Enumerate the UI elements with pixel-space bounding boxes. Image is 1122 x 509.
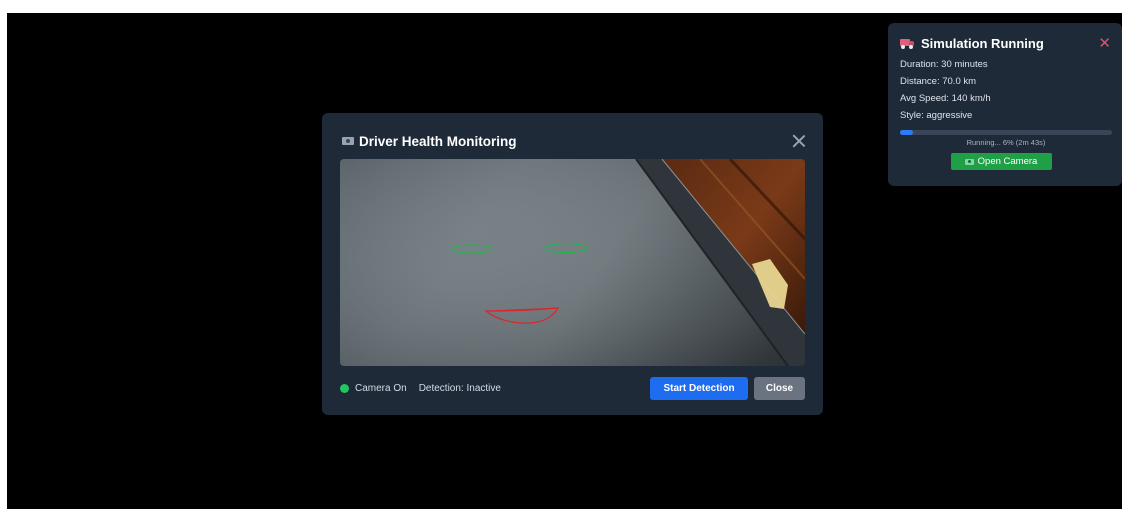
open-camera-label: Open Camera <box>977 156 1038 167</box>
modal-header: Driver Health Monitoring <box>342 131 807 151</box>
simulation-progress-text: Running... 6% (2m 43s) <box>966 138 1046 147</box>
camera-status: Camera On <box>355 382 407 394</box>
simulation-close-button[interactable]: ✕ <box>1098 36 1112 51</box>
simulation-header: Simulation Running ✕ <box>900 33 1112 53</box>
open-camera-button[interactable]: Open Camera <box>950 153 1052 170</box>
simulation-distance: Distance: 70.0 km <box>900 76 977 87</box>
simulation-panel: Simulation Running ✕ Duration: 30 minute… <box>888 23 1122 186</box>
modal-footer: Camera On Detection: Inactive Start Dete… <box>340 376 805 400</box>
simulation-style: Style: aggressive <box>900 110 973 121</box>
simulation-progress-bar <box>900 130 1112 135</box>
close-button[interactable]: Close <box>754 376 805 400</box>
modal-title: Driver Health Monitoring <box>359 133 517 149</box>
simulation-title: Simulation Running <box>921 35 1044 51</box>
camera-icon <box>342 137 354 145</box>
modal-close-icon[interactable] <box>791 133 807 149</box>
camera-feed <box>340 159 805 366</box>
simulation-duration: Duration: 30 minutes <box>900 59 988 70</box>
camera-icon <box>964 158 974 165</box>
camera-feed-graphics <box>340 159 805 366</box>
camera-status-indicator <box>340 383 349 393</box>
simulation-progress-fill <box>900 130 913 135</box>
simulation-avg-speed: Avg Speed: 140 km/h <box>900 93 991 104</box>
detection-status: Detection: Inactive <box>418 382 501 394</box>
driver-health-modal: Driver Health Monitoring Camera On Detec… <box>322 113 823 415</box>
app-background: Simulation Running ✕ Duration: 30 minute… <box>7 13 1122 509</box>
start-detection-button[interactable]: Start Detection <box>650 376 748 400</box>
truck-icon <box>900 37 916 49</box>
